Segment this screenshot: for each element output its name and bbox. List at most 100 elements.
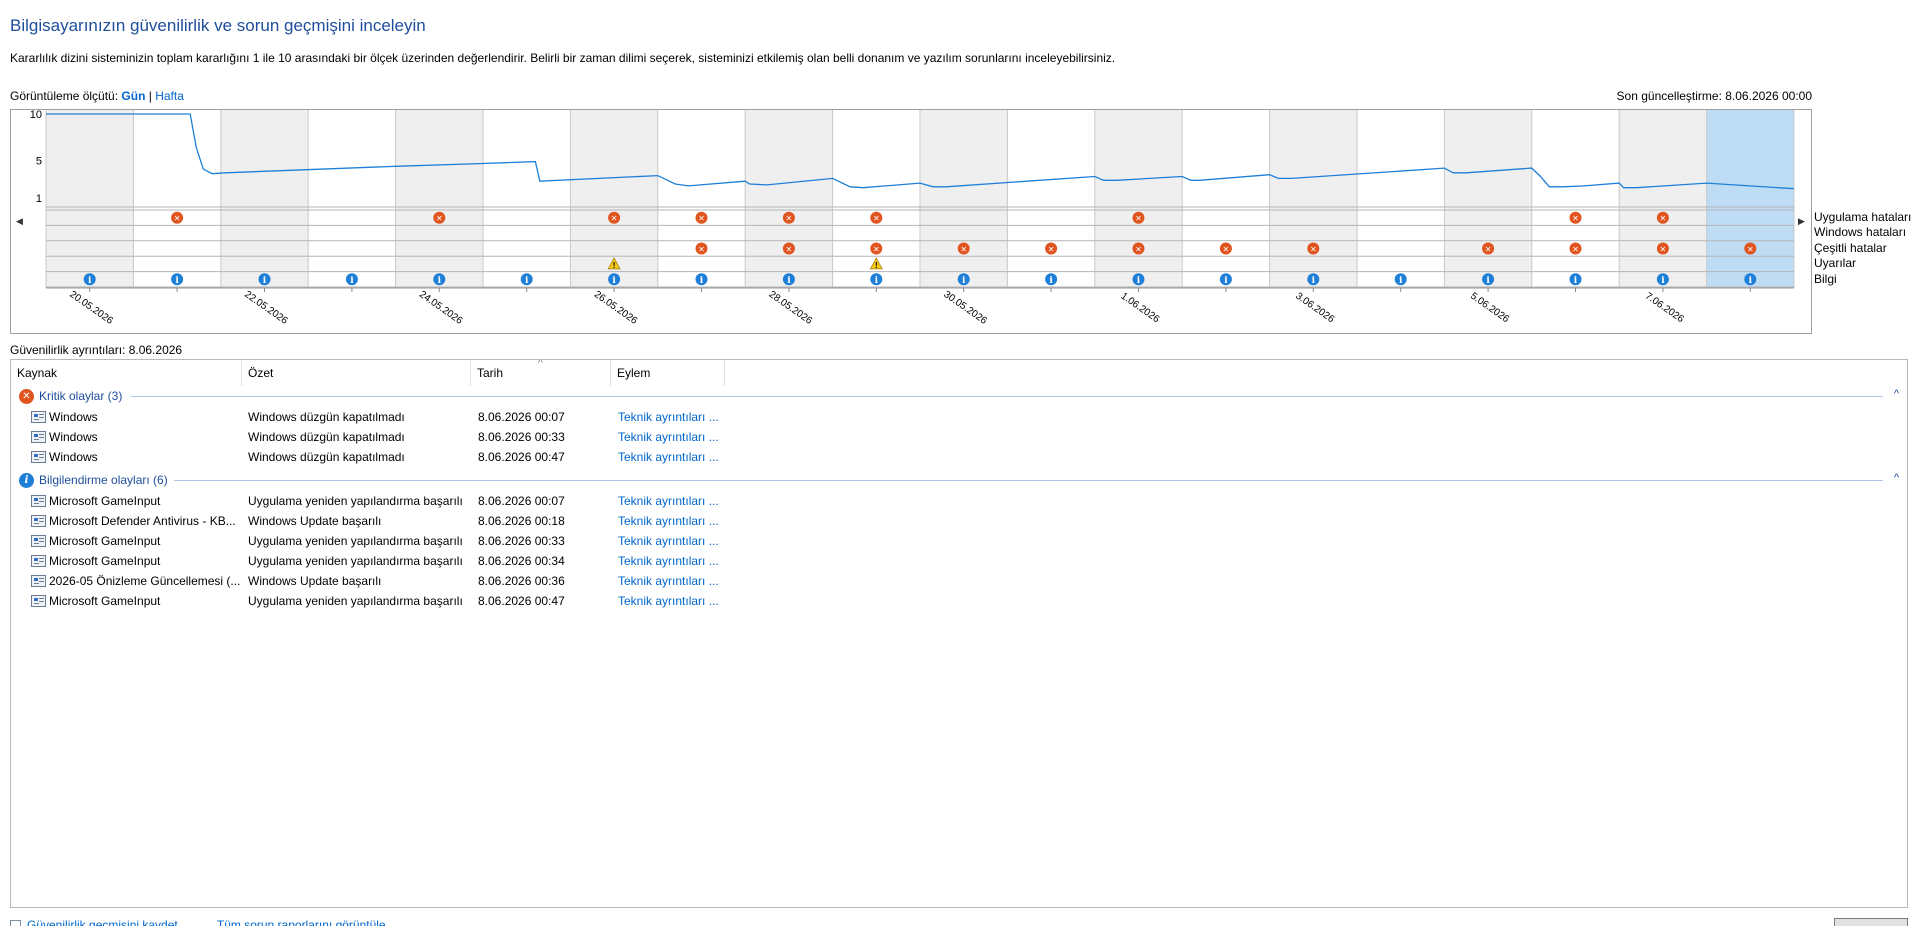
source-app-icon [31,411,46,423]
technical-details-link[interactable]: Teknik ayrıntıları ... [618,534,728,548]
row-summary: Uygulama yeniden yapılandırma başarılı [248,594,463,608]
group-critical-events[interactable]: ✕ Kritik olaylar (3) ^ [11,386,1907,406]
view-day-link[interactable]: Gün [121,89,145,103]
info-icon-mark: i [1749,276,1753,286]
row-label-misc-failures: Çeşitli hatalar [1814,240,1887,255]
critical-icon-mark: ✕ [1485,245,1492,254]
technical-details-link[interactable]: Teknik ayrıntıları ... [618,514,728,528]
column-header-bar: Kaynak Özet Tarih Eylem ^ [11,360,1907,386]
critical-icon: ✕ [19,389,34,404]
row-label-information: Bilgi [1814,271,1837,286]
table-row[interactable]: Windows Windows düzgün kapatılmadı 8.06.… [11,447,1907,467]
event-row-labels: Uygulama hataları Windows hataları Çeşit… [1814,210,1911,287]
column-source[interactable]: Kaynak [11,360,242,386]
critical-icon-mark: ✕ [1135,245,1142,254]
info-icon-mark: i [1486,276,1490,286]
table-row[interactable]: Microsoft GameInput Uygulama yeniden yap… [11,531,1907,551]
info-icon-mark: i [1049,276,1053,286]
view-by-label: Görüntüleme ölçütü: [10,89,119,103]
details-panel: Kaynak Özet Tarih Eylem ^ ✕ Kritik olayl… [10,359,1908,908]
row-label-warnings: Uyarılar [1814,256,1857,271]
row-summary: Uygulama yeniden yapılandırma başarılı [248,554,463,568]
collapse-icon[interactable]: ^ [1894,388,1899,400]
critical-icon-mark: ✕ [698,245,705,254]
x-tick-label: 26.05.2026 [592,289,640,327]
row-date: 8.06.2026 00:34 [478,554,565,568]
technical-details-link[interactable]: Teknik ayrıntıları ... [618,494,728,508]
scroll-right-icon[interactable]: ▶ [1798,216,1805,227]
row-date: 8.06.2026 00:36 [478,574,565,588]
save-history-link[interactable]: Güvenilirlik geçmişini kaydet... [27,918,188,926]
row-source: Microsoft GameInput [49,554,161,568]
row-summary: Uygulama yeniden yapılandırma başarılı [248,534,463,548]
day-column-28.05.2026 [745,110,833,288]
row-date: 8.06.2026 00:07 [478,494,565,508]
row-source: Microsoft GameInput [49,534,161,548]
warning-icon-mark: ! [875,261,878,270]
critical-icon-mark: ✕ [960,245,967,254]
view-all-reports-link[interactable]: Tüm sorun raporlarını görüntüle [217,918,386,926]
info-icon-mark: i [962,276,966,286]
row-label-app-failures: Uygulama hataları [1814,210,1912,224]
technical-details-link[interactable]: Teknik ayrıntıları ... [618,450,728,464]
critical-icon-mark: ✕ [611,214,618,223]
row-date: 8.06.2026 00:07 [478,410,565,424]
row-date: 8.06.2026 00:33 [478,430,565,444]
critical-icon-mark: ✕ [1660,245,1667,254]
view-week-link[interactable]: Hafta [155,89,184,103]
reliability-chart[interactable]: 10 5 1 ✕ ✕ ✕ ✕ ✕ ✕ ✕ ✕ ✕ ✕ ✕ ✕ ✕ ✕ ✕ ✕ ✕ ✕ ✕ ✕ ✕!! i i i i i i i i i i i i i… [10,109,1812,334]
collapse-icon[interactable]: ^ [1894,472,1899,484]
x-tick-label: 1.06.2026 [1119,291,1162,326]
row-summary: Windows Update başarılı [248,574,382,588]
column-summary[interactable]: Özet [242,360,471,386]
view-separator: | [148,89,152,103]
technical-details-link[interactable]: Teknik ayrıntıları ... [618,554,728,568]
info-icon-mark: i [700,276,704,286]
info-icon-mark: i [1574,276,1578,286]
table-row[interactable]: Microsoft GameInput Uygulama yeniden yap… [11,551,1907,571]
critical-icon-mark: ✕ [786,214,793,223]
info-icon-mark: i [263,276,267,286]
critical-icon-mark: ✕ [1747,245,1754,254]
y-tick-label: 5 [36,156,42,168]
table-row[interactable]: Microsoft GameInput Uygulama yeniden yap… [11,491,1907,511]
row-source: Windows [49,450,98,464]
info-icon-mark: i [1399,276,1403,286]
source-app-icon [31,515,46,527]
technical-details-link[interactable]: Teknik ayrıntıları ... [618,410,728,424]
row-source: Microsoft GameInput [49,594,161,608]
source-app-icon [31,495,46,507]
table-row[interactable]: Microsoft Defender Antivirus - KB... Win… [11,511,1907,531]
ok-button[interactable] [1834,918,1908,926]
day-column-1.06.2026 [1094,110,1183,288]
scroll-left-icon[interactable]: ◀ [16,216,23,227]
table-row[interactable]: 2026-05 Önizleme Güncellemesi (... Windo… [11,571,1907,591]
details-caption: Güvenilirlik ayrıntıları: 8.06.2026 [10,343,183,357]
technical-details-link[interactable]: Teknik ayrıntıları ... [618,574,728,588]
x-tick-label: 28.05.2026 [767,289,815,327]
x-tick-label: 5.06.2026 [1468,291,1511,326]
row-source: 2026-05 Önizleme Güncellemesi (... [49,574,241,588]
row-date: 8.06.2026 00:47 [478,450,565,464]
table-row[interactable]: Windows Windows düzgün kapatılmadı 8.06.… [11,407,1907,427]
row-date: 8.06.2026 00:33 [478,534,565,548]
g-line [131,396,1883,397]
critical-icon-mark: ✕ [1135,214,1142,223]
critical-icon-mark: ✕ [873,214,880,223]
table-row[interactable]: Microsoft GameInput Uygulama yeniden yap… [11,591,1907,611]
day-column-20.05.2026 [46,110,134,288]
table-row[interactable]: Windows Windows düzgün kapatılmadı 8.06.… [11,427,1907,447]
info-icon-mark: i [1661,276,1665,286]
column-action[interactable]: Eylem [611,360,725,386]
page-title: Bilgisayarınızın güvenilirlik ve sorun g… [10,16,426,35]
info-icon-mark: i [787,276,791,286]
critical-icon-mark: ✕ [1572,214,1579,223]
group-information-events[interactable]: i Bilgilendirme olayları (6) ^ [11,470,1907,490]
technical-details-link[interactable]: Teknik ayrıntıları ... [618,594,728,608]
row-summary: Windows düzgün kapatılmadı [248,430,405,444]
critical-icon-mark: ✕ [436,214,443,223]
x-tick-label: 7.06.2026 [1643,291,1686,326]
technical-details-link[interactable]: Teknik ayrıntıları ... [618,430,728,444]
info-icon-mark: i [175,276,179,286]
day-column-3.06.2026 [1269,110,1357,288]
